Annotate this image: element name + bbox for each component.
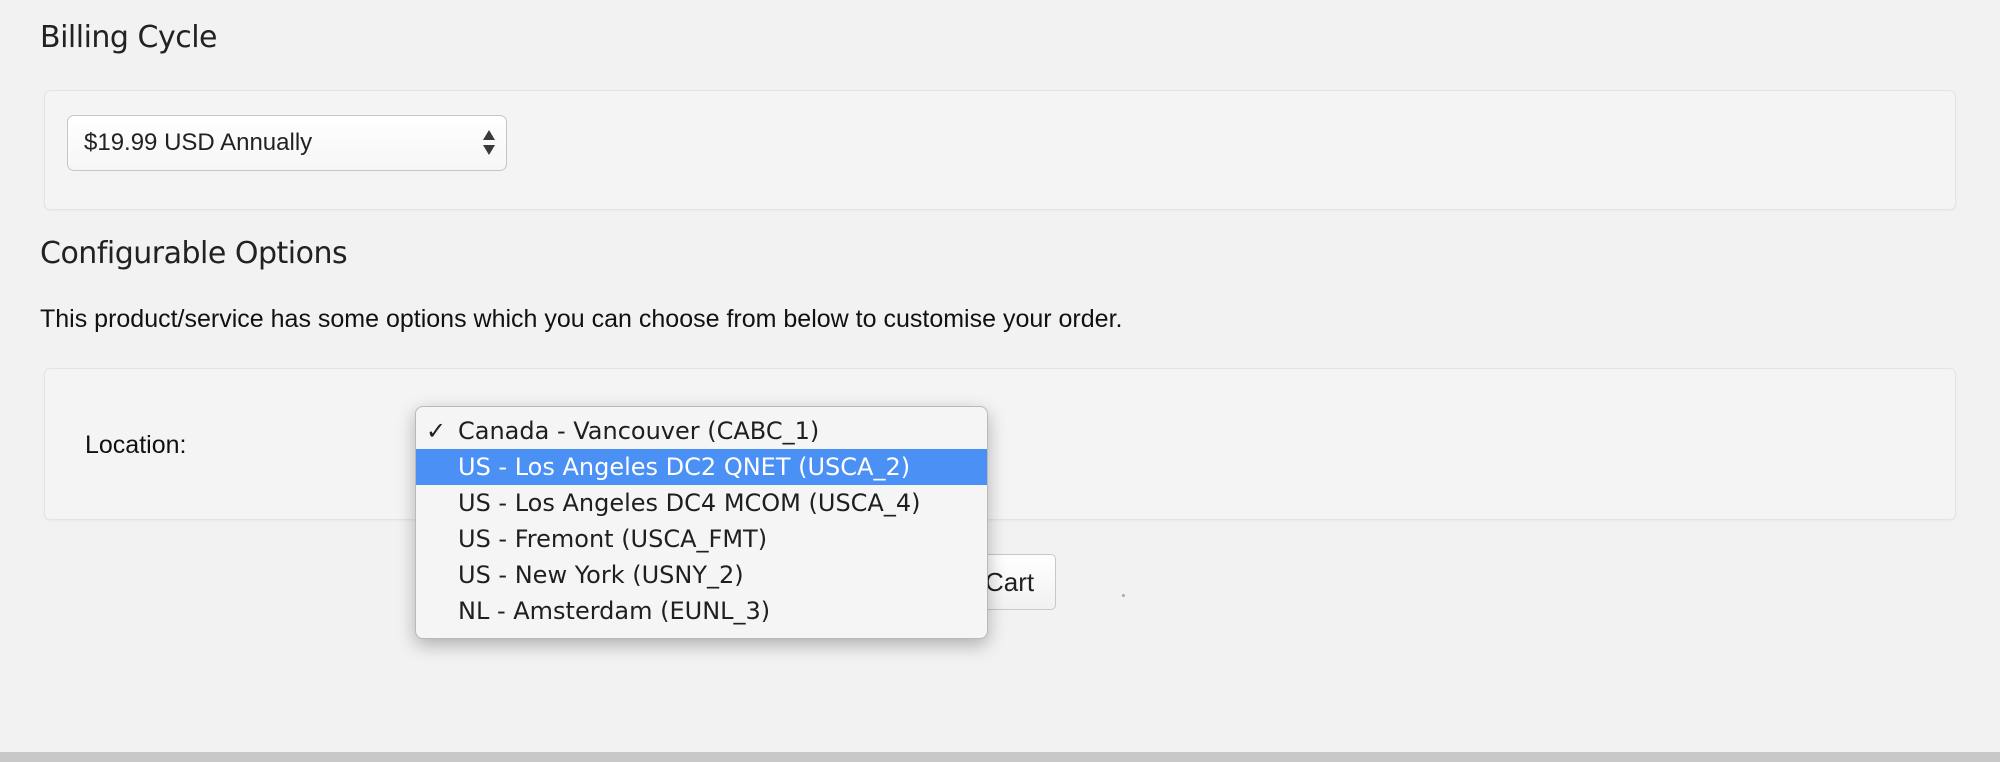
decorative-dot [1122,594,1125,597]
location-option[interactable]: NL - Amsterdam (EUNL_3) [416,593,987,629]
location-dropdown-menu[interactable]: ✓ Canada - Vancouver (CABC_1) US - Los A… [415,406,988,639]
location-option[interactable]: US - Fremont (USCA_FMT) [416,521,987,557]
location-option[interactable]: ✓ Canada - Vancouver (CABC_1) [416,413,987,449]
configurable-options-description: This product/service has some options wh… [40,305,1123,333]
select-arrows-icon [482,127,496,159]
location-option[interactable]: US - Los Angeles DC2 QNET (USCA_2) [416,449,987,485]
location-option[interactable]: US - New York (USNY_2) [416,557,987,593]
add-to-cart-label: Cart [985,567,1035,597]
location-option[interactable]: US - Los Angeles DC4 MCOM (USCA_4) [416,485,987,521]
billing-cycle-heading: Billing Cycle [40,20,218,55]
location-panel: Location: [44,368,1956,520]
configurable-options-heading: Configurable Options [40,236,348,271]
location-label: Location: [85,431,187,459]
billing-cycle-selected-value: $19.99 USD Annually [84,129,313,156]
checkmark-icon: ✓ [426,417,447,445]
order-config-page: Billing Cycle $19.99 USD Annually Config… [0,0,2000,762]
billing-cycle-panel: $19.99 USD Annually [44,90,1956,210]
billing-cycle-select[interactable]: $19.99 USD Annually [67,115,507,171]
